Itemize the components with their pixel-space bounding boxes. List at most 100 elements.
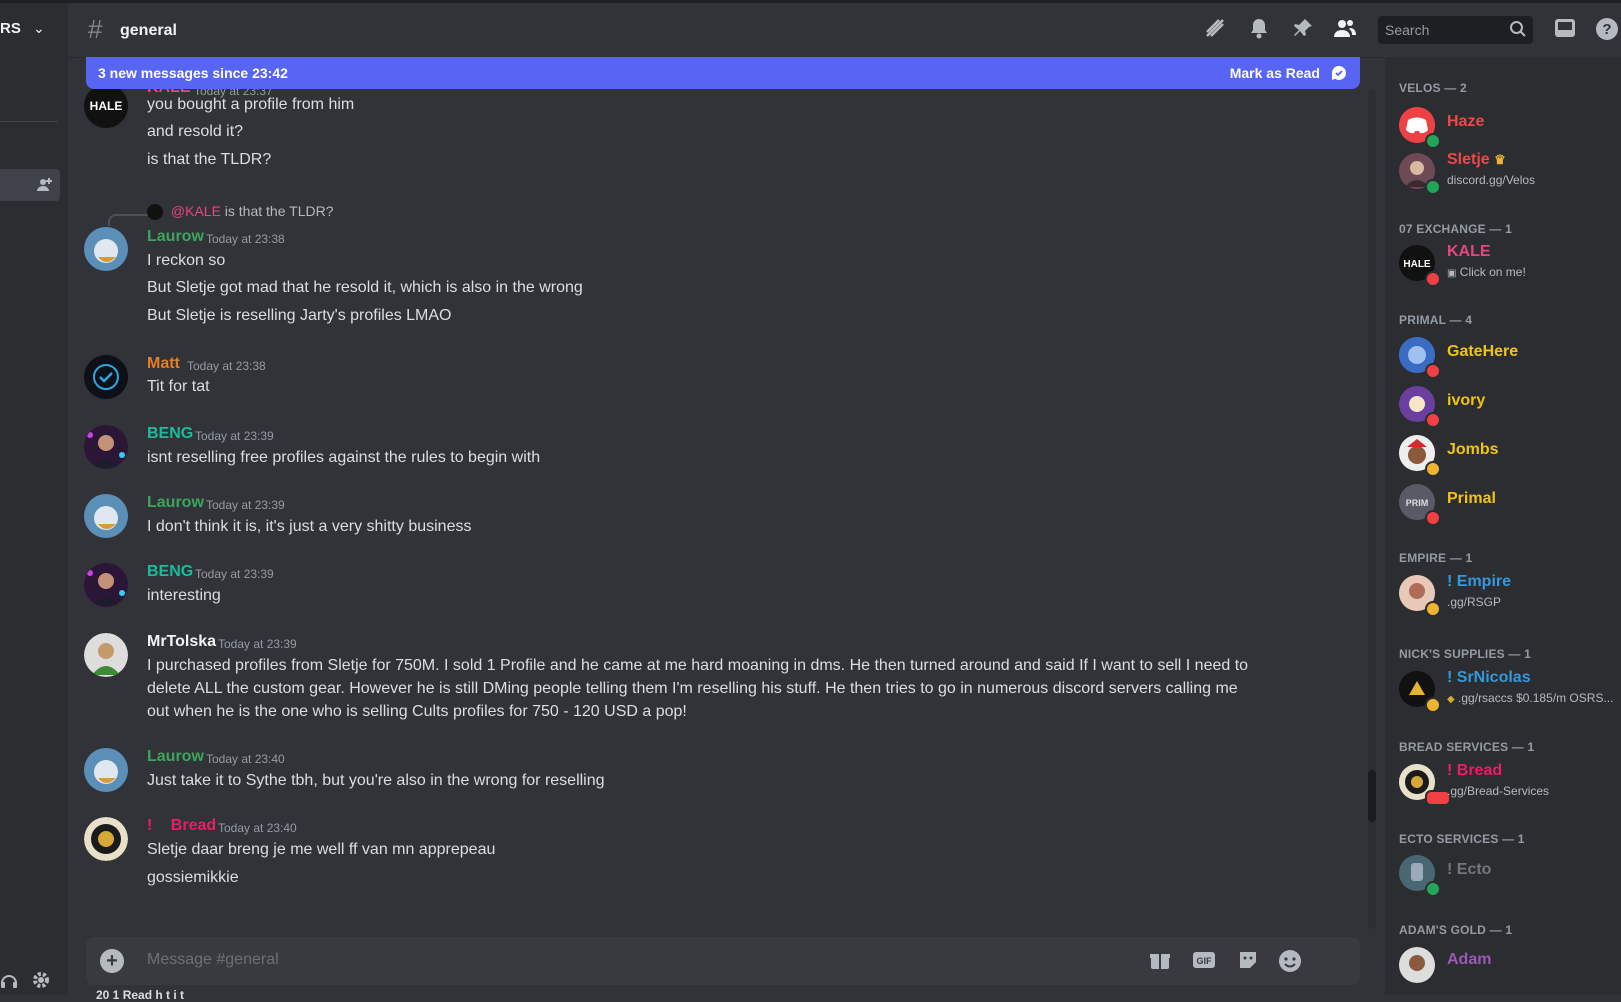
avatar[interactable] — [84, 355, 128, 399]
message-list[interactable]: HALE KALE Today at 23:37 you bought a pr… — [68, 89, 1368, 929]
member-item[interactable]: ! Ecto — [1399, 851, 1621, 897]
bell-icon[interactable] — [1246, 17, 1272, 43]
avatar[interactable] — [84, 748, 128, 792]
avatar[interactable] — [84, 633, 128, 677]
username[interactable]: BENG — [147, 425, 193, 443]
svg-text:HALE: HALE — [90, 99, 123, 113]
search-input[interactable]: Search — [1378, 16, 1533, 44]
member-item[interactable]: PRIM Primal — [1399, 480, 1621, 526]
message-line: and resold it? — [147, 123, 244, 140]
message-line: But Sletje is reselling Jarty's profiles… — [147, 307, 452, 324]
message-line: isnt reselling free profiles against the… — [147, 449, 541, 466]
add-attachment-icon[interactable]: + — [100, 949, 124, 973]
message-composer[interactable]: + Message #general GIF — [86, 937, 1360, 985]
mark-read-icon[interactable] — [1330, 64, 1348, 82]
member-item[interactable]: HALE KALE ▣ Click on me! — [1399, 241, 1621, 287]
avatar[interactable] — [84, 817, 128, 861]
message-line: But Sletje got mad that he resold it, wh… — [147, 279, 583, 296]
avatar — [1399, 947, 1435, 983]
new-messages-bar[interactable]: 3 new messages since 23:42 Mark as Read — [86, 57, 1360, 89]
gear-icon[interactable] — [32, 971, 50, 994]
username[interactable]: ! Bread — [147, 817, 216, 835]
status-dnd-icon — [1425, 412, 1441, 428]
search-placeholder: Search — [1385, 22, 1430, 38]
chat-scrollbar-thumb[interactable] — [1368, 770, 1376, 822]
status-dnd-icon — [1425, 510, 1441, 526]
status-dnd-icon — [1425, 271, 1441, 287]
avatar[interactable] — [84, 563, 128, 607]
members-icon[interactable] — [1332, 17, 1358, 43]
member-status: ▣ Click on me! — [1447, 265, 1526, 279]
member-item[interactable]: GateHere — [1399, 333, 1621, 379]
status-idle-icon — [1425, 601, 1441, 617]
svg-text:HALE: HALE — [1403, 259, 1431, 270]
gift-icon[interactable] — [1148, 949, 1172, 973]
member-item[interactable]: Sletje ♛ discord.gg/Velos — [1399, 149, 1621, 195]
server-name[interactable]: RS — [0, 20, 21, 37]
member-item[interactable]: Adam — [1399, 943, 1621, 987]
member-item[interactable]: ! SrNicolas ◆ .gg/rsaccs $0.185/m OSRS..… — [1399, 667, 1621, 713]
timestamp: Today at 23:38 — [187, 359, 266, 373]
search-icon[interactable] — [1509, 20, 1526, 37]
member-name: Adam — [1447, 951, 1492, 968]
help-icon[interactable]: ? — [1594, 17, 1620, 43]
reply-mention[interactable]: @KALE — [171, 203, 221, 219]
avatar[interactable] — [84, 425, 128, 469]
member-name: GateHere — [1447, 343, 1519, 360]
member-status: .gg/RSGP — [1447, 595, 1502, 609]
status-idle-icon — [1425, 461, 1441, 477]
channel-sidebar: RS ⌄ — [0, 3, 68, 995]
member-item[interactable]: ! Empire .gg/RSGP — [1399, 571, 1621, 617]
pin-icon[interactable] — [1290, 17, 1316, 43]
member-name: Primal — [1447, 490, 1496, 507]
avatar[interactable] — [84, 227, 128, 271]
reply-text[interactable]: is that the TLDR? — [225, 203, 334, 219]
username[interactable]: BENG — [147, 563, 193, 581]
member-item[interactable]: ivory — [1399, 382, 1621, 428]
username[interactable]: Laurow — [147, 494, 204, 512]
chevron-down-icon[interactable]: ⌄ — [33, 20, 45, 37]
sidebar-item-active[interactable] — [0, 169, 60, 201]
threads-icon[interactable] — [1202, 17, 1228, 43]
avatar[interactable] — [84, 494, 128, 538]
member-name: ! SrNicolas — [1447, 669, 1531, 686]
new-messages-text[interactable]: 3 new messages since 23:42 — [98, 65, 288, 81]
member-list: VELOS — 2 Haze Sletje ♛ discord.gg/Velos… — [1385, 57, 1621, 995]
message-line: I reckon so — [147, 252, 226, 269]
composer-placeholder[interactable]: Message #general — [147, 951, 279, 969]
status-online-icon — [1425, 179, 1441, 195]
member-name: Jombs — [1447, 441, 1499, 458]
gif-icon[interactable]: GIF — [1192, 949, 1216, 973]
member-item[interactable]: ! Bread .gg/Bread-Services — [1399, 760, 1621, 806]
member-group-header: NICK'S SUPPLIES — 1 — [1399, 647, 1532, 661]
member-name: ! Ecto — [1447, 861, 1492, 878]
reply-spine — [108, 214, 150, 226]
username[interactable]: MrTolska — [147, 633, 216, 651]
message-line: delete ALL the custom gear. However he i… — [147, 680, 1238, 697]
mark-as-read-button[interactable]: Mark as Read — [1230, 65, 1320, 81]
emoji-icon[interactable] — [1278, 949, 1302, 973]
member-item[interactable]: Haze — [1399, 103, 1621, 149]
reply-preview[interactable]: @KALE is that the TLDR? — [147, 203, 334, 221]
member-group-header: ADAM'S GOLD — 1 — [1399, 923, 1513, 937]
channel-header: # general Search ? — [68, 3, 1621, 58]
username[interactable]: Laurow — [147, 748, 204, 766]
message-line: Tit for tat — [147, 378, 210, 395]
member-name: ! Empire — [1447, 573, 1512, 590]
headphones-icon[interactable] — [0, 971, 18, 994]
add-member-icon[interactable] — [36, 177, 52, 193]
member-name: ! Bread — [1447, 762, 1503, 779]
member-name: KALE — [1447, 243, 1491, 260]
message-line: Just take it to Sythe tbh, but you're al… — [147, 772, 605, 789]
message-line: out when he is the one who is selling Cu… — [147, 703, 687, 720]
inbox-icon[interactable] — [1552, 17, 1578, 43]
timestamp: Today at 23:39 — [206, 498, 285, 512]
member-group-header: 07 EXCHANGE — 1 — [1399, 222, 1513, 236]
message-line: I don't think it is, it's just a very sh… — [147, 518, 472, 535]
username[interactable]: Laurow — [147, 228, 204, 246]
member-item[interactable]: Jombs — [1399, 431, 1621, 477]
avatar[interactable]: HALE — [84, 89, 128, 128]
username[interactable]: Matt — [147, 355, 180, 373]
timestamp: Today at 23:39 — [195, 567, 274, 581]
sticker-icon[interactable] — [1236, 949, 1260, 973]
